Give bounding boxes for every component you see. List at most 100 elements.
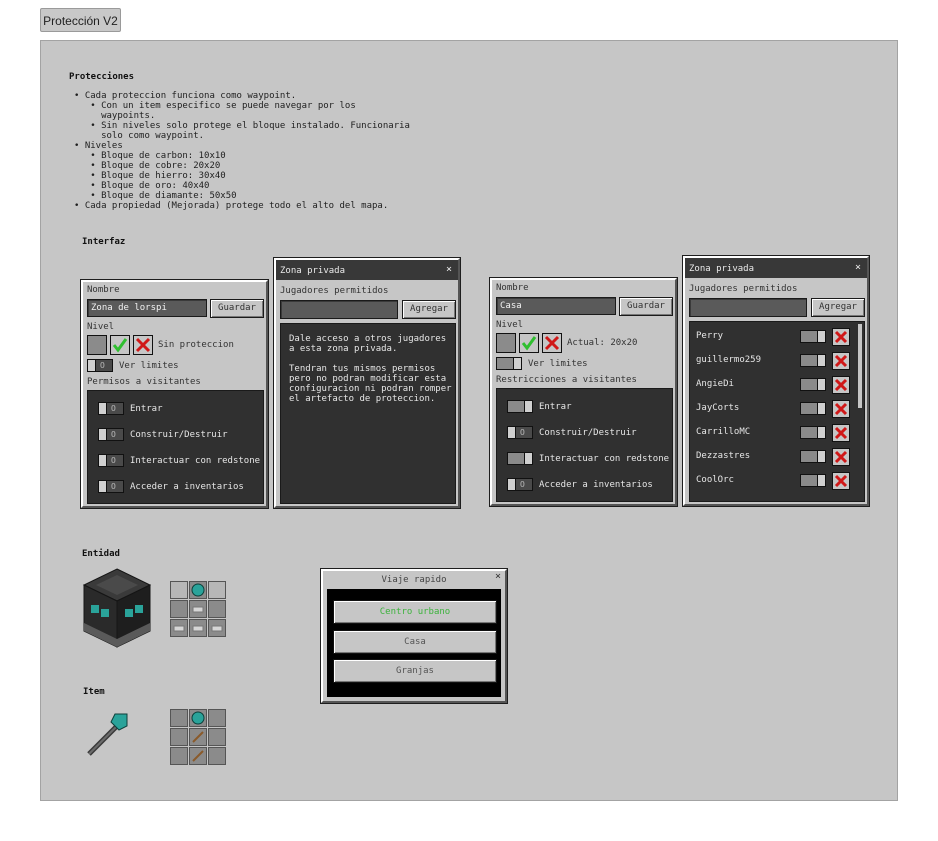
protection-settings-panel: Nombre Casa Guardar Nivel Actual: 20x20 … [490,278,677,506]
iron-ingot-slot [170,619,188,637]
stick-slot [189,728,207,746]
remove-player-button[interactable] [832,424,850,442]
add-button[interactable]: Agregar [402,300,456,319]
zone-title-bar: Zona privada × [276,260,458,280]
player-name: Dezzastres [696,451,751,461]
stick-slot [189,747,207,765]
remove-player-button[interactable] [832,328,850,346]
permission-toggle[interactable]: O [98,480,124,493]
cross-icon [834,330,848,344]
player-permission-toggle[interactable] [800,402,826,415]
zone-title-bar: Zona privada × [685,258,867,278]
destination-button[interactable]: Granjas [333,659,497,683]
name-input[interactable]: Casa [496,297,616,315]
protection-v2-tab[interactable]: Protección V2 [40,8,121,32]
diamond-slot [189,581,207,599]
nivel-label: Nivel [496,320,524,330]
cancel-button[interactable] [542,333,562,353]
remove-player-button[interactable] [832,472,850,490]
item-heading: Item [83,687,105,697]
player-permission-toggle[interactable] [800,474,826,487]
empty-slot [208,728,226,746]
empty-slot [208,600,226,618]
item-recipe-grid [169,708,227,766]
level-slot[interactable] [87,335,107,355]
protecciones-line: • Cada proteccion funciona como waypoint… [74,91,297,101]
player-name: AngieDi [696,379,734,389]
protecciones-line: • Bloque de cobre: 20x20 [74,161,221,171]
level-status: Actual: 20x20 [567,338,638,348]
restriction-label: Acceder a inventarios [539,480,653,490]
iron-ingot-slot [208,619,226,637]
restriction-toggle[interactable]: O [507,426,533,439]
permission-toggle[interactable]: O [98,428,124,441]
close-icon[interactable]: × [446,260,452,280]
protection-block-icon [82,568,152,648]
cross-icon [834,450,848,464]
empty-slot [208,709,226,727]
cross-icon [834,474,848,488]
interfaz-heading: Interfaz [82,237,126,247]
ver-limites-toggle[interactable] [496,357,522,370]
iron-block-slot [208,581,226,599]
player-permission-toggle[interactable] [800,378,826,391]
cross-icon [834,426,848,440]
ver-limites-toggle[interactable]: O [87,359,113,372]
player-input[interactable] [689,298,807,317]
player-name: guillermo259 [696,355,762,365]
protecciones-line: • Bloque de hierro: 30x40 [74,171,226,181]
protecciones-heading: Protecciones [69,72,135,82]
restriction-label: Interactuar con redstone [539,454,670,464]
add-button[interactable]: Agregar [811,298,865,317]
restriction-toggle[interactable] [507,452,533,465]
permission-toggle[interactable]: O [98,454,124,467]
protecciones-line: • Bloque de oro: 40x40 [74,181,210,191]
protecciones-line: solo como waypoint. [74,131,205,141]
cancel-button[interactable] [133,335,153,355]
ver-limites-label: Ver limites [119,361,179,371]
player-permission-toggle[interactable] [800,426,826,439]
player-permission-toggle[interactable] [800,354,826,367]
permission-toggle[interactable]: O [98,402,124,415]
level-status: Sin proteccion [158,340,234,350]
level-slot[interactable] [496,333,516,353]
zone-title: Zona privada [280,266,346,276]
name-input[interactable]: Zona de lorspi [87,299,207,317]
scrollbar[interactable] [858,324,862,408]
save-button[interactable]: Guardar [210,299,264,318]
player-name: Perry [696,331,724,341]
destination-button[interactable]: Casa [333,630,497,654]
close-icon[interactable]: × [495,571,501,582]
save-button[interactable]: Guardar [619,297,673,316]
cross-icon [834,402,848,416]
zone-info-text: Dale acceso a otros jugadores a esta zon… [289,334,447,354]
restriction-toggle[interactable] [507,400,533,413]
close-icon[interactable]: × [855,258,861,278]
protecciones-line: • Bloque de diamante: 50x50 [74,191,237,201]
destination-button[interactable]: Centro urbano [333,600,497,624]
iron-block-slot [170,581,188,599]
empty-slot [170,747,188,765]
remove-player-button[interactable] [832,448,850,466]
permission-label: Acceder a inventarios [130,482,244,492]
confirm-button[interactable] [110,335,130,355]
protecciones-line: • Con un item especifico se puede navega… [74,101,356,111]
iron-ingot-slot [189,600,207,618]
empty-slot [170,728,188,746]
player-permission-toggle[interactable] [800,330,826,343]
private-zone-panel: Zona privada × Jugadores permitidos Agre… [683,256,869,506]
empty-slot [170,709,188,727]
nombre-label: Nombre [87,285,120,295]
protecciones-line: waypoints. [74,111,156,121]
empty-slot [208,747,226,765]
confirm-button[interactable] [519,333,539,353]
remove-player-button[interactable] [832,376,850,394]
fast-travel-panel: Viaje rapido × Centro urbano Casa Granja… [321,569,507,703]
checkmark-icon [521,336,537,351]
remove-player-button[interactable] [832,400,850,418]
player-permission-toggle[interactable] [800,450,826,463]
player-input[interactable] [280,300,398,319]
nivel-label: Nivel [87,322,115,332]
remove-player-button[interactable] [832,352,850,370]
restriction-toggle[interactable]: O [507,478,533,491]
